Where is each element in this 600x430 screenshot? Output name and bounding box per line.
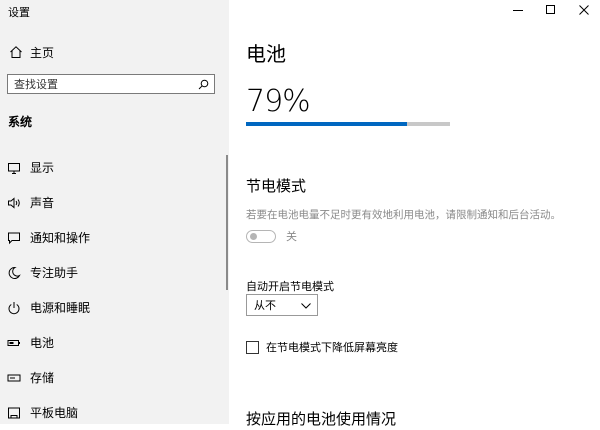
focus-assist-icon — [0, 266, 28, 280]
storage-icon — [0, 371, 28, 385]
chevron-down-icon — [301, 299, 311, 312]
toggle-state-label: 关 — [286, 230, 297, 243]
sidebar-nav-list: 显示 声音 通知和操作 专注助手 电源和睡眠 电池 存储 平板电脑 — [0, 150, 225, 430]
sidebar-item-label: 平板电脑 — [30, 406, 79, 420]
search-icon[interactable] — [198, 75, 209, 94]
notification-icon — [0, 231, 28, 245]
sidebar-item-focus-assist[interactable]: 专注助手 — [0, 255, 225, 290]
sidebar-item-label: 主页 — [30, 45, 55, 60]
lower-brightness-label: 在节电模式下降低屏幕亮度 — [266, 341, 398, 354]
sidebar-item-tablet[interactable]: 平板电脑 — [0, 395, 225, 430]
battery-icon — [0, 336, 28, 350]
battery-saver-heading: 节电模式 — [246, 177, 307, 195]
lower-brightness-row: 在节电模式下降低屏幕亮度 — [246, 339, 398, 355]
tablet-icon — [0, 406, 28, 420]
power-icon — [0, 301, 28, 315]
sidebar-item-label: 显示 — [30, 161, 55, 175]
lower-brightness-checkbox[interactable] — [246, 340, 259, 354]
sidebar-item-sound[interactable]: 声音 — [0, 185, 225, 220]
sidebar-scrollbar[interactable] — [226, 155, 228, 290]
toggle-knob — [250, 232, 257, 240]
sidebar-item-notifications[interactable]: 通知和操作 — [0, 220, 225, 255]
battery-level-fill — [246, 122, 408, 126]
main-content: 电池 79% 节电模式 若要在电池电量不足时更有效地利用电池，请限制通知和后台活… — [246, 0, 600, 428]
battery-saver-description: 若要在电池电量不足时更有效地利用电池，请限制通知和后台活动。 — [246, 209, 561, 221]
battery-saver-toggle-row: 关 — [246, 228, 297, 244]
display-icon — [0, 161, 28, 175]
page-title: 电池 — [246, 42, 286, 66]
sidebar-item-storage[interactable]: 存储 — [0, 360, 225, 395]
sidebar-item-label: 声音 — [30, 196, 55, 210]
sidebar-item-label: 电池 — [30, 336, 55, 350]
search-box[interactable] — [7, 74, 215, 94]
search-input[interactable] — [14, 77, 184, 91]
app-title: 设置 — [8, 6, 30, 19]
sound-icon — [0, 196, 28, 210]
sidebar-item-label: 通知和操作 — [30, 231, 91, 245]
auto-battery-saver-dropdown[interactable]: 从不 — [246, 294, 318, 316]
sidebar-item-display[interactable]: 显示 — [0, 150, 225, 185]
sidebar-item-label: 专注助手 — [30, 266, 79, 280]
battery-usage-by-app-heading: 按应用的电池使用情况 — [246, 410, 397, 428]
auto-battery-saver-label: 自动开启节电模式 — [246, 280, 334, 293]
battery-saver-toggle[interactable] — [246, 229, 276, 243]
sidebar-item-home[interactable]: 主页 — [0, 40, 229, 64]
sidebar-item-label: 电源和睡眠 — [30, 301, 91, 315]
sidebar-item-power-sleep[interactable]: 电源和睡眠 — [0, 290, 225, 325]
battery-level-bar — [246, 122, 450, 126]
sidebar-item-battery[interactable]: 电池 — [0, 325, 225, 360]
home-icon — [0, 45, 32, 59]
battery-percent: 79% — [246, 84, 311, 119]
sidebar-item-label: 存储 — [30, 371, 55, 385]
dropdown-value: 从不 — [254, 299, 276, 312]
section-heading-system: 系统 — [8, 115, 33, 129]
sidebar: 设置 主页 系统 显示 声音 通知和操作 — [0, 0, 229, 424]
